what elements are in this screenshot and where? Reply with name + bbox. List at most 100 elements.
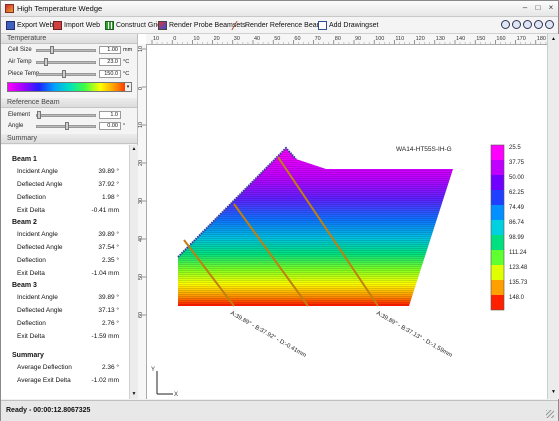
cell-size-unit: mm xyxy=(123,47,133,53)
legend-swatch xyxy=(491,190,504,205)
summary-value: -0.41 mm xyxy=(91,207,119,214)
export-icon xyxy=(6,21,15,30)
zoom-fit-icon[interactable] xyxy=(534,20,543,29)
ruler-tick-label: 20 xyxy=(214,36,220,42)
zoom-out-icon[interactable] xyxy=(523,20,532,29)
scroll-up-icon[interactable]: ▲ xyxy=(131,146,137,152)
window-title: High Temperature Wedge xyxy=(17,4,103,13)
ruler-tick-label: 0 xyxy=(138,87,144,90)
y-axis-label: Y xyxy=(151,367,155,373)
maximize-icon[interactable]: □ xyxy=(532,3,544,13)
element-label: Element xyxy=(8,112,31,118)
ruler-tick-label: 120 xyxy=(416,36,425,42)
summary-label: Deflection xyxy=(17,320,46,327)
element-input[interactable]: 1.0 xyxy=(99,111,121,119)
construct-grid-button[interactable]: Construct Grid xyxy=(105,20,161,31)
ruler-tick-label: 10 xyxy=(138,46,144,52)
legend-swatch xyxy=(491,175,504,190)
element-slider[interactable] xyxy=(36,114,96,117)
ruler-tick-label: 40 xyxy=(138,236,144,242)
status-bar: Ready - 00:00:12.8067325 xyxy=(1,400,558,421)
render-reference-button[interactable]: Render Reference Beam xyxy=(231,20,323,31)
beam1-annotation: A:39.89° - B:37.92° - D:-0.41mm xyxy=(229,311,307,359)
scroll-down-icon[interactable]: ▼ xyxy=(550,389,557,396)
summary-label: Deflection xyxy=(17,194,46,201)
summary-scrollbar[interactable]: ▲ ▼ xyxy=(129,145,138,399)
legend-swatch xyxy=(491,265,504,280)
air-temp-input[interactable]: 23.0 xyxy=(99,58,121,66)
ruler-tick-label: 10 xyxy=(138,122,144,128)
air-temp-unit: °C xyxy=(123,59,130,65)
color-scale-select[interactable] xyxy=(7,82,132,92)
summary-label: Deflected Angle xyxy=(17,244,63,251)
minimize-icon[interactable]: – xyxy=(519,3,531,13)
legend-swatch xyxy=(491,250,504,265)
summary-value: -1.02 mm xyxy=(91,377,119,384)
legend-value: 123.48 xyxy=(509,265,528,271)
piece-temp-label: Piece Temp xyxy=(8,71,40,77)
legend-value: 37.75 xyxy=(509,160,525,166)
summary-value: 39.89 ° xyxy=(98,168,119,175)
legend-value: 62.25 xyxy=(509,190,525,196)
canvas-scrollbar[interactable]: ▲ ▼ xyxy=(547,34,559,399)
legend-swatch xyxy=(491,295,504,310)
angle-input[interactable]: 0.00 xyxy=(99,122,121,130)
ruler-tick-label: 160 xyxy=(496,36,505,42)
ruler-tick-label: 60 xyxy=(138,312,144,318)
legend-value: 111.24 xyxy=(509,250,527,256)
ruler-tick-label: 50 xyxy=(274,36,280,42)
temperature-header: Temperature xyxy=(1,34,137,44)
angle-thumb[interactable] xyxy=(65,122,69,130)
pan-icon[interactable] xyxy=(501,20,510,29)
scroll-up-icon[interactable]: ▲ xyxy=(550,36,557,43)
angle-unit: ° xyxy=(123,123,126,129)
export-web-button[interactable]: Export Web xyxy=(6,20,53,31)
ruler-tick-label: 50 xyxy=(138,274,144,280)
summary-label: Incident Angle xyxy=(17,168,58,175)
cell-size-slider[interactable] xyxy=(36,49,96,52)
summary-label: Exit Delta xyxy=(17,207,45,214)
cell-size-label: Cell Size xyxy=(8,47,32,53)
summary-value: -1.04 mm xyxy=(91,270,119,277)
legend-value: 74.49 xyxy=(509,205,525,211)
add-drawingset-button[interactable]: Add Drawingset xyxy=(318,20,378,31)
chevron-down-icon[interactable]: ▾ xyxy=(125,83,131,91)
title-bar: High Temperature Wedge – □ × xyxy=(1,1,558,17)
air-temp-thumb[interactable] xyxy=(44,58,48,66)
wedge-visualization[interactable]: WA14-HT55S-IH-G A:39.89° - B:37.92° - D:… xyxy=(146,44,547,399)
beam-title: Beam 2 xyxy=(12,219,37,226)
legend-swatch xyxy=(491,280,504,295)
ruler-tick-label: 80 xyxy=(335,36,341,42)
cell-size-input[interactable]: 1.00 xyxy=(99,46,121,54)
legend-value: 25.5 xyxy=(509,145,521,151)
summary-label: Incident Angle xyxy=(17,294,58,301)
ruler-tick-label: 180 xyxy=(537,36,546,42)
scroll-down-icon[interactable]: ▼ xyxy=(131,391,137,397)
ruler-tick-label: 10 xyxy=(193,36,199,42)
summary-value: 37.13 ° xyxy=(98,307,119,314)
angle-label: Angle xyxy=(8,123,24,129)
legend-value: 135.73 xyxy=(509,280,528,286)
zoom-reset-icon[interactable] xyxy=(545,20,554,29)
resize-grip-icon[interactable] xyxy=(546,410,554,418)
ruler-tick-label: 30 xyxy=(234,36,240,42)
beam-title: Beam 3 xyxy=(12,282,37,289)
ruler-tick-label: 40 xyxy=(254,36,260,42)
wedge-scanlines xyxy=(178,148,453,306)
summary-label: Deflection xyxy=(17,257,46,264)
piece-temp-input[interactable]: 150.0 xyxy=(99,70,121,78)
drawingset-icon xyxy=(318,21,327,30)
grid-icon xyxy=(105,21,114,30)
summary-panel: Beam 1 Incident Angle 39.89 ° Deflected … xyxy=(1,145,129,399)
cell-size-thumb[interactable] xyxy=(50,46,54,54)
piece-temp-slider[interactable] xyxy=(36,73,96,76)
piece-temp-thumb[interactable] xyxy=(62,70,66,78)
close-icon[interactable]: × xyxy=(545,3,557,13)
import-web-button[interactable]: Import Web xyxy=(53,20,100,31)
legend-value: 148.0 xyxy=(509,295,525,301)
zoom-in-icon[interactable] xyxy=(512,20,521,29)
element-thumb[interactable] xyxy=(37,111,41,119)
render-reference-label: Render Reference Beam xyxy=(245,22,323,29)
totals-title: Summary xyxy=(12,352,44,359)
summary-label: Average Exit Delta xyxy=(17,377,71,384)
